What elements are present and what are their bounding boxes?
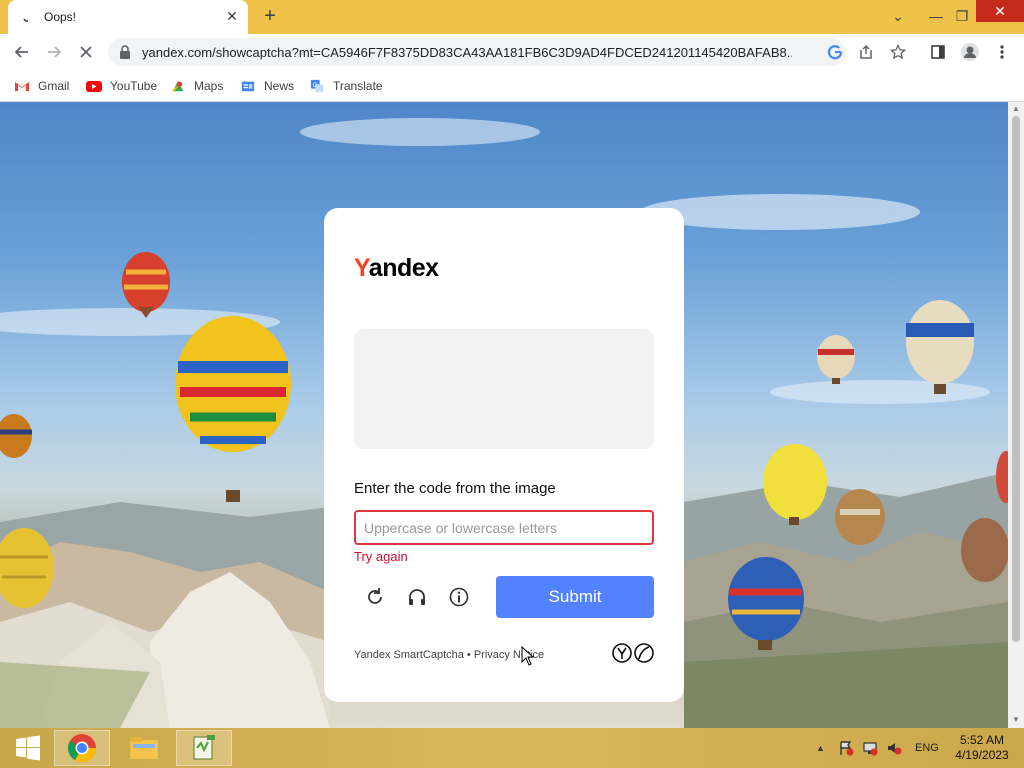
taskbar-file-explorer[interactable] bbox=[116, 730, 172, 766]
tab-title: Oops! bbox=[44, 10, 77, 24]
bookmark-label: YouTube bbox=[110, 79, 158, 93]
bookmark-star-button[interactable] bbox=[886, 40, 910, 64]
side-panel-icon bbox=[931, 45, 945, 59]
stop-x-icon bbox=[80, 46, 92, 58]
window-close-button[interactable]: ✕ bbox=[976, 0, 1024, 22]
yandex-logo: Yandex bbox=[354, 254, 439, 283]
restore-button[interactable]: ❐ bbox=[950, 4, 974, 28]
address-bar[interactable]: yandex.com/showcaptcha?mt=CA5946F7F8375D… bbox=[108, 38, 846, 66]
captcha-footer-links[interactable]: Yandex SmartCaptcha • Privacy Notice bbox=[354, 649, 544, 661]
page-scrollbar[interactable]: ▲ ▼ bbox=[1008, 102, 1024, 728]
bookmark-maps[interactable]: Maps bbox=[170, 77, 223, 95]
headphones-icon bbox=[409, 589, 425, 605]
clock-time: 5:52 AM bbox=[959, 733, 1005, 747]
share-button[interactable] bbox=[854, 40, 878, 64]
clock-date: 4/19/2023 bbox=[955, 748, 1009, 762]
back-button[interactable] bbox=[10, 40, 34, 64]
windows-logo-icon bbox=[16, 735, 40, 761]
lock-icon bbox=[120, 45, 130, 59]
start-button[interactable] bbox=[0, 730, 56, 766]
mouse-cursor-icon bbox=[521, 646, 535, 666]
chrome-icon bbox=[68, 734, 96, 762]
balloon-icon bbox=[906, 300, 974, 394]
browser-titlebar: Oops! ✕ + ⌄ — ❐ ✕ bbox=[0, 0, 1024, 34]
stop-loading-button[interactable] bbox=[74, 40, 98, 64]
audio-captcha-button[interactable] bbox=[405, 585, 429, 609]
bookmark-label: Maps bbox=[194, 79, 224, 93]
logo-text: andex bbox=[368, 254, 439, 282]
bookmark-label: Gmail bbox=[38, 79, 70, 93]
star-icon bbox=[890, 44, 906, 60]
action-center-flag-icon[interactable] bbox=[838, 740, 854, 756]
url-text: yandex.com/showcaptcha?mt=CA5946F7F8375D… bbox=[142, 45, 792, 60]
refresh-icon bbox=[368, 588, 382, 604]
input-language-indicator[interactable]: ENG bbox=[915, 742, 939, 754]
profile-avatar-icon bbox=[961, 43, 979, 61]
bookmark-translate[interactable]: G Translate bbox=[309, 77, 383, 95]
windows-taskbar: ▲ ENG 5:52 AM 4/19/2023 bbox=[0, 728, 1024, 768]
news-icon bbox=[241, 81, 255, 92]
info-icon bbox=[449, 587, 469, 607]
volume-muted-icon[interactable] bbox=[886, 740, 902, 756]
forward-arrow-icon bbox=[48, 46, 62, 58]
balloon-icon bbox=[817, 335, 855, 384]
bookmarks-bar: Gmail YouTube Maps News G Translate bbox=[0, 70, 1024, 102]
balloon-icon bbox=[0, 414, 32, 458]
bookmark-label: News bbox=[264, 79, 295, 93]
chrome-menu-button[interactable] bbox=[990, 40, 1014, 64]
taskbar-notepad-plus[interactable] bbox=[176, 730, 232, 766]
scrollbar-thumb[interactable] bbox=[1012, 116, 1020, 642]
translate-icon: G bbox=[310, 79, 324, 93]
scroll-down-arrow-icon[interactable]: ▼ bbox=[1012, 716, 1020, 724]
youtube-icon bbox=[86, 81, 102, 92]
captcha-code-input[interactable] bbox=[354, 510, 654, 545]
balloon-icon bbox=[175, 316, 291, 502]
notepad-plus-icon bbox=[193, 735, 215, 760]
gmail-icon bbox=[15, 82, 29, 91]
profile-button[interactable] bbox=[958, 40, 982, 64]
tab-oops[interactable]: Oops! ✕ bbox=[8, 0, 248, 34]
loading-spinner-icon bbox=[23, 18, 29, 22]
balloon-icon bbox=[835, 489, 885, 545]
smartcaptcha-logo-icon bbox=[612, 643, 654, 663]
maps-icon bbox=[172, 80, 184, 92]
new-tab-button[interactable]: + bbox=[260, 6, 280, 26]
submit-button[interactable]: Submit bbox=[496, 576, 654, 618]
scroll-up-arrow-icon[interactable]: ▲ bbox=[1012, 105, 1020, 113]
google-lens-icon[interactable] bbox=[826, 43, 844, 61]
tab-search-icon[interactable]: ⌄ bbox=[886, 4, 910, 28]
folder-icon bbox=[130, 737, 158, 759]
taskbar-chrome[interactable] bbox=[54, 730, 110, 766]
browser-toolbar: yandex.com/showcaptcha?mt=CA5946F7F8375D… bbox=[0, 34, 1024, 70]
logo-letter-y: Y bbox=[354, 254, 369, 282]
kebab-menu-icon bbox=[1000, 45, 1004, 59]
forward-button[interactable] bbox=[42, 40, 66, 64]
bookmark-youtube[interactable]: YouTube bbox=[86, 77, 157, 95]
tab-close-icon[interactable]: ✕ bbox=[224, 8, 240, 24]
captcha-info-button[interactable] bbox=[447, 585, 471, 609]
captcha-prompt: Enter the code from the image bbox=[354, 480, 556, 497]
system-clock[interactable]: 5:52 AM 4/19/2023 bbox=[950, 733, 1014, 763]
error-message: Try again bbox=[354, 549, 408, 564]
bookmark-gmail[interactable]: Gmail bbox=[14, 77, 69, 95]
back-arrow-icon bbox=[14, 46, 28, 58]
captcha-image bbox=[354, 329, 654, 449]
show-hidden-icons-icon[interactable]: ▲ bbox=[816, 740, 832, 756]
bookmark-news[interactable]: News bbox=[240, 77, 294, 95]
share-icon bbox=[860, 44, 872, 59]
network-icon[interactable] bbox=[862, 740, 878, 756]
refresh-captcha-button[interactable] bbox=[363, 585, 387, 609]
minimize-button[interactable]: — bbox=[924, 4, 948, 28]
bookmark-label: Translate bbox=[333, 79, 383, 93]
svg-text:G: G bbox=[313, 82, 318, 89]
side-panel-button[interactable] bbox=[926, 40, 950, 64]
